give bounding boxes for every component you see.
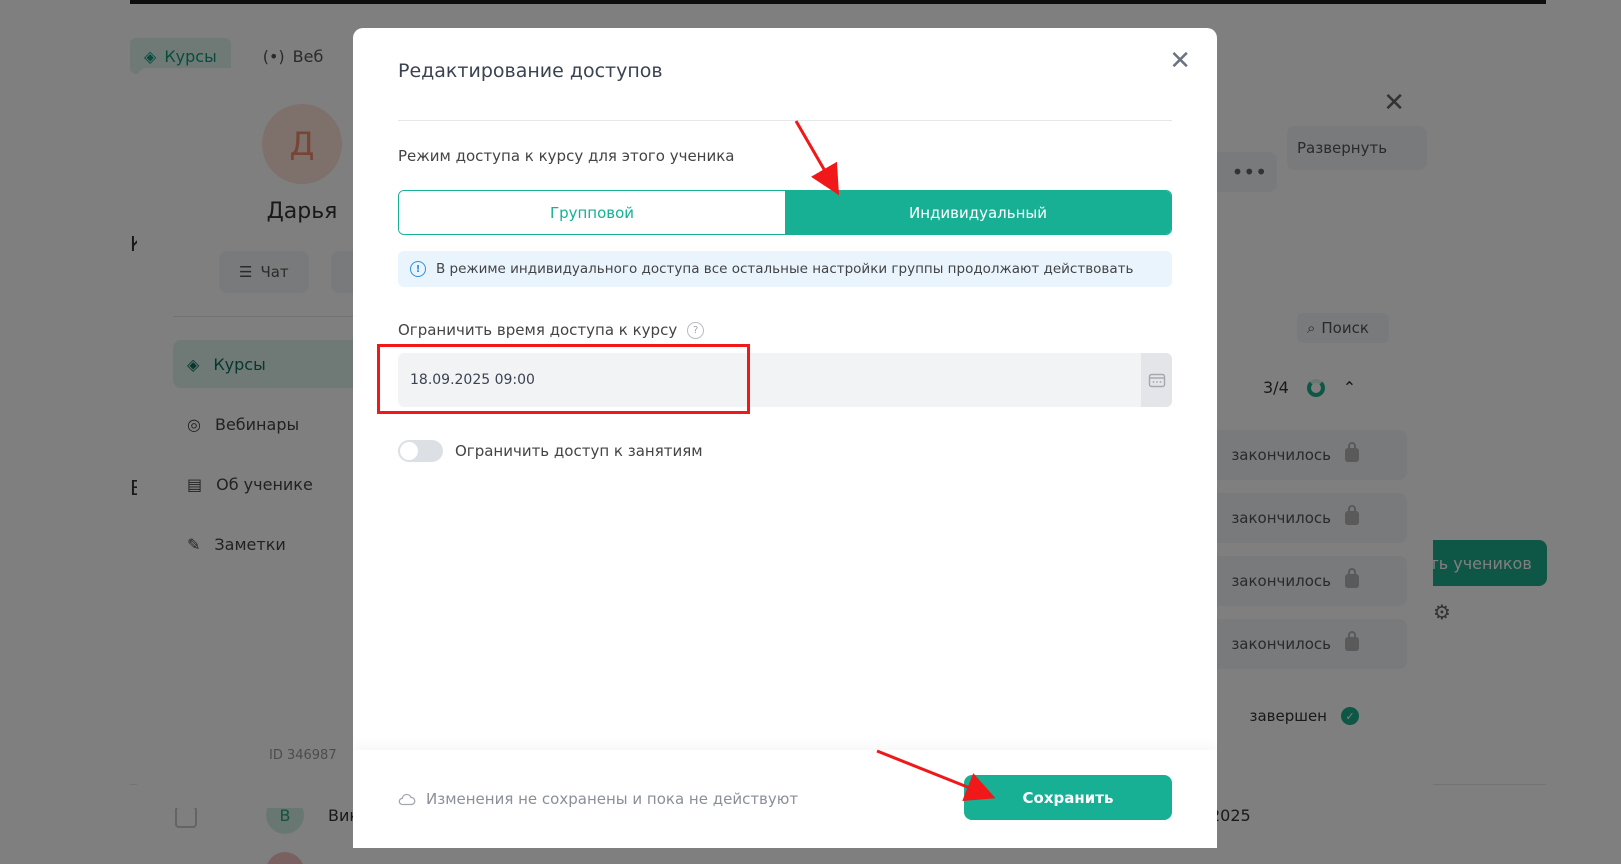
modal-title: Редактирование доступов xyxy=(398,60,663,82)
info-text: В режиме индивидуального доступа все ост… xyxy=(436,261,1134,277)
calendar-button[interactable] xyxy=(1141,353,1172,407)
limit-time-label: Ограничить время доступа к курсу ? xyxy=(398,321,705,339)
access-mode-label: Режим доступа к курсу для этого ученика xyxy=(398,147,735,165)
calendar-icon xyxy=(1148,373,1165,388)
save-button[interactable]: Сохранить xyxy=(964,775,1172,820)
help-icon[interactable]: ? xyxy=(687,321,705,339)
modal-footer: Изменения не сохранены и пока не действу… xyxy=(353,750,1217,848)
mode-group-button[interactable]: Групповой xyxy=(399,191,785,234)
limit-lessons-row: Ограничить доступ к занятиям xyxy=(398,440,703,462)
access-edit-modal: ✕ Редактирование доступов Режим доступа … xyxy=(353,28,1217,848)
info-icon: ! xyxy=(410,261,426,277)
save-status-text: Изменения не сохранены и пока не действу… xyxy=(426,790,799,808)
mode-individual-button[interactable]: Индивидуальный xyxy=(785,191,1171,234)
limit-lessons-label: Ограничить доступ к занятиям xyxy=(455,442,703,460)
save-status: Изменения не сохранены и пока не действу… xyxy=(398,790,798,808)
access-mode-switch: Групповой Индивидуальный xyxy=(398,190,1172,235)
annotation-highlight-box xyxy=(377,344,750,414)
divider xyxy=(398,120,1172,121)
limit-lessons-toggle[interactable] xyxy=(398,440,443,462)
cloud-icon xyxy=(398,793,416,806)
limit-time-label-text: Ограничить время доступа к курсу xyxy=(398,321,678,339)
close-icon[interactable]: ✕ xyxy=(1169,48,1191,74)
info-banner: ! В режиме индивидуального доступа все о… xyxy=(398,251,1172,287)
